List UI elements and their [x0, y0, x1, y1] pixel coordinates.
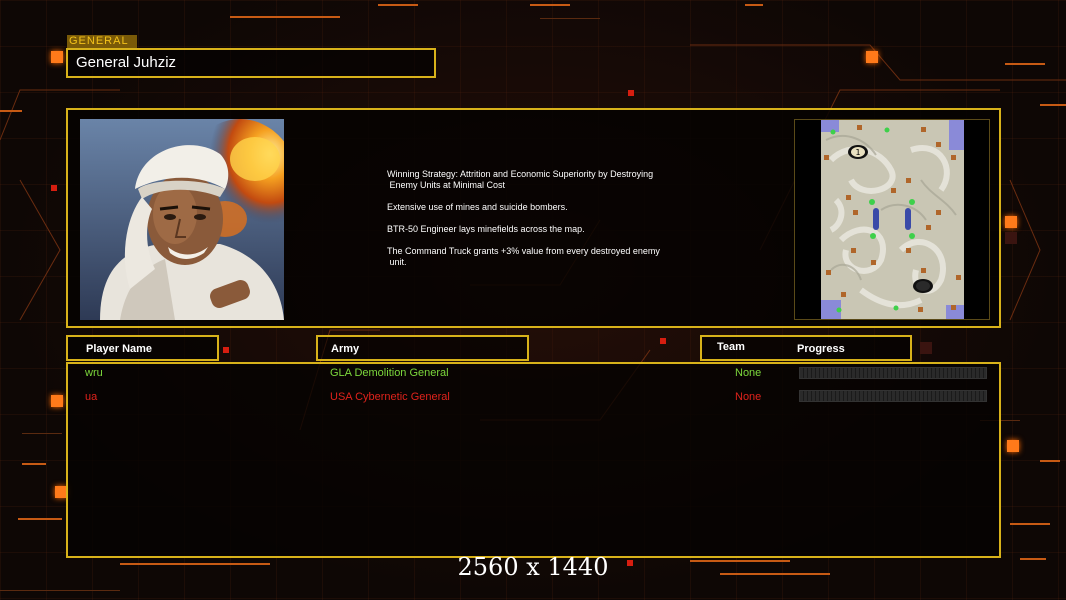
minimap[interactable]: 1 [821, 120, 964, 319]
player-name-header-label: Player Name [86, 343, 153, 355]
general-description: Winning Strategy: Attrition and Economic… [387, 169, 707, 279]
deco-square [920, 342, 932, 354]
deco-line [22, 433, 62, 434]
player-team: None [735, 367, 762, 379]
deco-square [51, 51, 63, 63]
deco-square [51, 395, 63, 407]
general-portrait [80, 119, 284, 320]
general-name-title: General Juhziz [66, 48, 436, 78]
army-header[interactable]: Army [316, 335, 529, 361]
deco-square [628, 90, 634, 96]
deco-line [1040, 460, 1060, 462]
deco-line [1040, 104, 1066, 106]
deco-square [660, 338, 666, 344]
deco-square [1007, 440, 1019, 452]
team-header-label: Team [717, 341, 745, 353]
progress-bar [799, 367, 987, 379]
deco-square [1005, 216, 1017, 228]
resolution-label: 2560 x 1440 [457, 553, 609, 581]
player-team: None [735, 391, 762, 403]
player-army: GLA Demolition General [330, 367, 449, 379]
army-header-label: Army [331, 343, 360, 355]
deco-square [51, 185, 57, 191]
deco-square [223, 347, 229, 353]
team-progress-header[interactable]: Team Progress [700, 335, 912, 361]
deco-line [0, 590, 120, 591]
deco-line [22, 463, 46, 465]
player-name: ua [85, 391, 98, 403]
deco-square [1005, 232, 1017, 244]
description-line: The Command Truck grants +3% value from … [387, 246, 660, 267]
deco-line [745, 4, 763, 6]
deco-line [18, 518, 62, 520]
deco-line [230, 16, 340, 18]
player-name: wru [85, 367, 103, 379]
deco-line [1010, 523, 1050, 525]
player-name-header[interactable]: Player Name [66, 335, 219, 361]
deco-line [378, 4, 418, 6]
player-army: USA Cybernetic General [330, 391, 450, 403]
progress-bar [799, 390, 987, 402]
description-line: Winning Strategy: Attrition and Economic… [387, 169, 654, 190]
map-player-marker: 1 [855, 148, 860, 157]
minimap-terrain-icon: 1 [821, 120, 964, 319]
deco-line [530, 4, 570, 6]
deco-line [540, 18, 600, 19]
general-portrait-icon [80, 119, 284, 320]
progress-header-label: Progress [797, 343, 845, 355]
section-tag: GENERAL [67, 35, 137, 48]
description-line: Extensive use of mines and suicide bombe… [387, 202, 568, 212]
deco-line [1005, 63, 1045, 65]
deco-square [866, 51, 878, 63]
deco-line [0, 110, 22, 112]
description-line: BTR-50 Engineer lays minefields across t… [387, 224, 585, 234]
